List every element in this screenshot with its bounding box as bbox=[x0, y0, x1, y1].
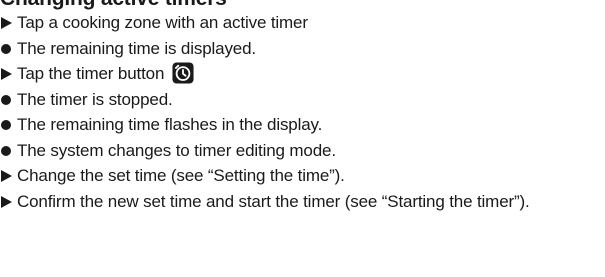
instruction-step-4: The timer is stopped. bbox=[0, 87, 600, 113]
manual-page: Changing active timers Tap a cooking zon… bbox=[0, 0, 605, 277]
instruction-step-8: Confirm the new set time and start the t… bbox=[0, 189, 600, 215]
step-text: Confirm the new set time and start the t… bbox=[17, 191, 530, 211]
instruction-step-7: Change the set time (see “Setting the ti… bbox=[0, 163, 600, 189]
step-text: The timer is stopped. bbox=[17, 89, 173, 109]
step-text: The remaining time is displayed. bbox=[17, 38, 256, 58]
instruction-step-1: Tap a cooking zone with an active timer bbox=[0, 10, 600, 36]
step-text: The remaining time flashes in the displa… bbox=[17, 115, 323, 134]
step-text: The system changes to timer editing mode… bbox=[17, 140, 336, 160]
result-bullet-icon bbox=[0, 112, 14, 138]
result-bullet-icon bbox=[0, 138, 14, 164]
instruction-step-2: The remaining time is displayed. bbox=[0, 36, 600, 62]
step-text: Tap a cooking zone with an active timer bbox=[17, 13, 308, 32]
instruction-list: Tap a cooking zone with an active timer … bbox=[0, 10, 600, 214]
action-arrow-icon bbox=[0, 163, 14, 189]
timer-icon bbox=[172, 62, 194, 84]
instruction-step-5: The remaining time flashes in the displa… bbox=[0, 112, 600, 138]
step-text: Change the set time (see “Setting the ti… bbox=[17, 166, 345, 185]
result-bullet-icon bbox=[0, 87, 14, 113]
step-text: Tap the timer button bbox=[17, 64, 165, 83]
action-arrow-icon bbox=[0, 189, 14, 215]
instruction-step-6: The system changes to timer editing mode… bbox=[0, 138, 600, 164]
action-arrow-icon bbox=[0, 10, 14, 36]
result-bullet-icon bbox=[0, 36, 14, 62]
action-arrow-icon bbox=[0, 61, 14, 87]
instruction-step-3: Tap the timer button bbox=[0, 61, 600, 87]
